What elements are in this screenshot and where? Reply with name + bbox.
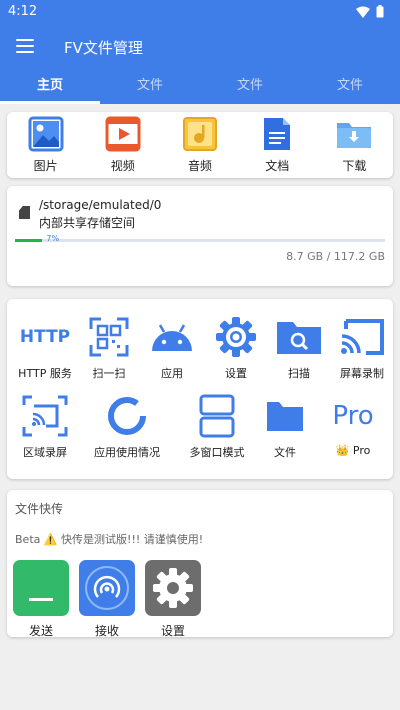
image-icon	[28, 116, 64, 152]
folder-icon	[267, 402, 303, 431]
status-bar: 4:12	[0, 0, 400, 24]
receive-signal-icon	[85, 566, 129, 610]
storage-path: /storage/emulated/0	[39, 198, 162, 212]
category-images[interactable]: 图片	[7, 112, 84, 178]
audio-icon	[183, 117, 217, 151]
tab-files-3[interactable]: 文件	[300, 70, 400, 104]
region-record-icon	[22, 395, 68, 437]
wifi-icon	[356, 6, 370, 18]
storage-size: 8.7 GB / 117.2 GB	[286, 250, 385, 263]
split-window-icon	[199, 394, 235, 438]
tool-settings[interactable]: 设置	[204, 315, 268, 381]
battery-icon	[376, 5, 384, 18]
send-icon	[13, 560, 69, 616]
download-folder-icon	[337, 123, 372, 148]
storage-name: 内部共享存储空间	[39, 216, 136, 230]
tab-home[interactable]: 主页	[0, 70, 100, 104]
category-documents[interactable]: 文档	[239, 112, 316, 178]
category-videos[interactable]: 视频	[84, 112, 161, 178]
tool-multi-window[interactable]: 多窗口模式	[185, 394, 249, 460]
gear-icon	[216, 317, 256, 357]
file-transfer-card: 文件快传 Beta ⚠️ 快传是测试版!!! 请谨慎使用! 发送 接收 设置	[7, 490, 393, 639]
storage-percent: 7%	[46, 234, 60, 243]
tool-pro[interactable]: Pro 👑 Pro	[321, 394, 385, 457]
video-icon	[105, 116, 141, 152]
storage-card[interactable]: /storage/emulated/0 内部共享存储空间 7% 8.7 GB /…	[7, 186, 393, 286]
category-audio[interactable]: 音频	[161, 112, 238, 178]
pro-icon: Pro	[332, 401, 374, 431]
transfer-send-button[interactable]: 发送	[13, 560, 69, 639]
tool-files[interactable]: 文件	[253, 394, 317, 460]
tool-app-usage[interactable]: 应用使用情况	[92, 394, 162, 460]
tool-apps[interactable]: 应用	[140, 315, 204, 381]
tools-card: HTTP HTTP 服务 扫一扫 应用 设置 扫描 屏幕录制 区域录屏 应用使用…	[7, 299, 393, 479]
tab-files-2[interactable]: 文件	[200, 70, 300, 104]
crown-icon: 👑	[335, 444, 350, 457]
menu-icon[interactable]	[16, 39, 34, 53]
folder-search-icon	[277, 322, 321, 354]
transfer-receive-button[interactable]: 接收	[79, 560, 135, 639]
transfer-title: 文件快传	[15, 502, 64, 516]
usage-ring-icon	[108, 397, 146, 435]
tool-screen-record[interactable]: 屏幕录制	[330, 315, 394, 381]
status-icons	[356, 5, 384, 18]
tool-http-server[interactable]: HTTP HTTP 服务	[13, 315, 77, 381]
tab-files-1[interactable]: 文件	[100, 70, 200, 104]
status-time: 4:12	[8, 4, 38, 19]
tool-scan-files[interactable]: 扫描	[267, 315, 331, 381]
cast-icon	[341, 319, 384, 355]
tab-bar: 主页 文件 文件 文件	[0, 70, 400, 104]
android-icon	[152, 324, 192, 351]
tool-scan-qr[interactable]: 扫一扫	[77, 315, 141, 381]
app-bar: FV文件管理	[0, 24, 400, 70]
sd-card-icon	[19, 206, 30, 219]
tool-region-record[interactable]: 区域录屏	[13, 394, 77, 460]
qr-scan-icon	[89, 317, 129, 357]
document-icon	[264, 118, 291, 150]
transfer-warning: Beta ⚠️ 快传是测试版!!! 请谨慎使用!	[15, 533, 204, 546]
transfer-settings-button[interactable]: 设置	[145, 560, 201, 639]
category-card: 图片 视频 音频 文档 下载	[7, 112, 393, 178]
app-title: FV文件管理	[64, 39, 143, 57]
http-icon: HTTP	[19, 327, 71, 347]
category-downloads[interactable]: 下载	[316, 112, 393, 178]
storage-progress-fill	[15, 239, 43, 242]
gear-icon	[153, 568, 193, 608]
storage-progress-bar	[15, 239, 385, 242]
